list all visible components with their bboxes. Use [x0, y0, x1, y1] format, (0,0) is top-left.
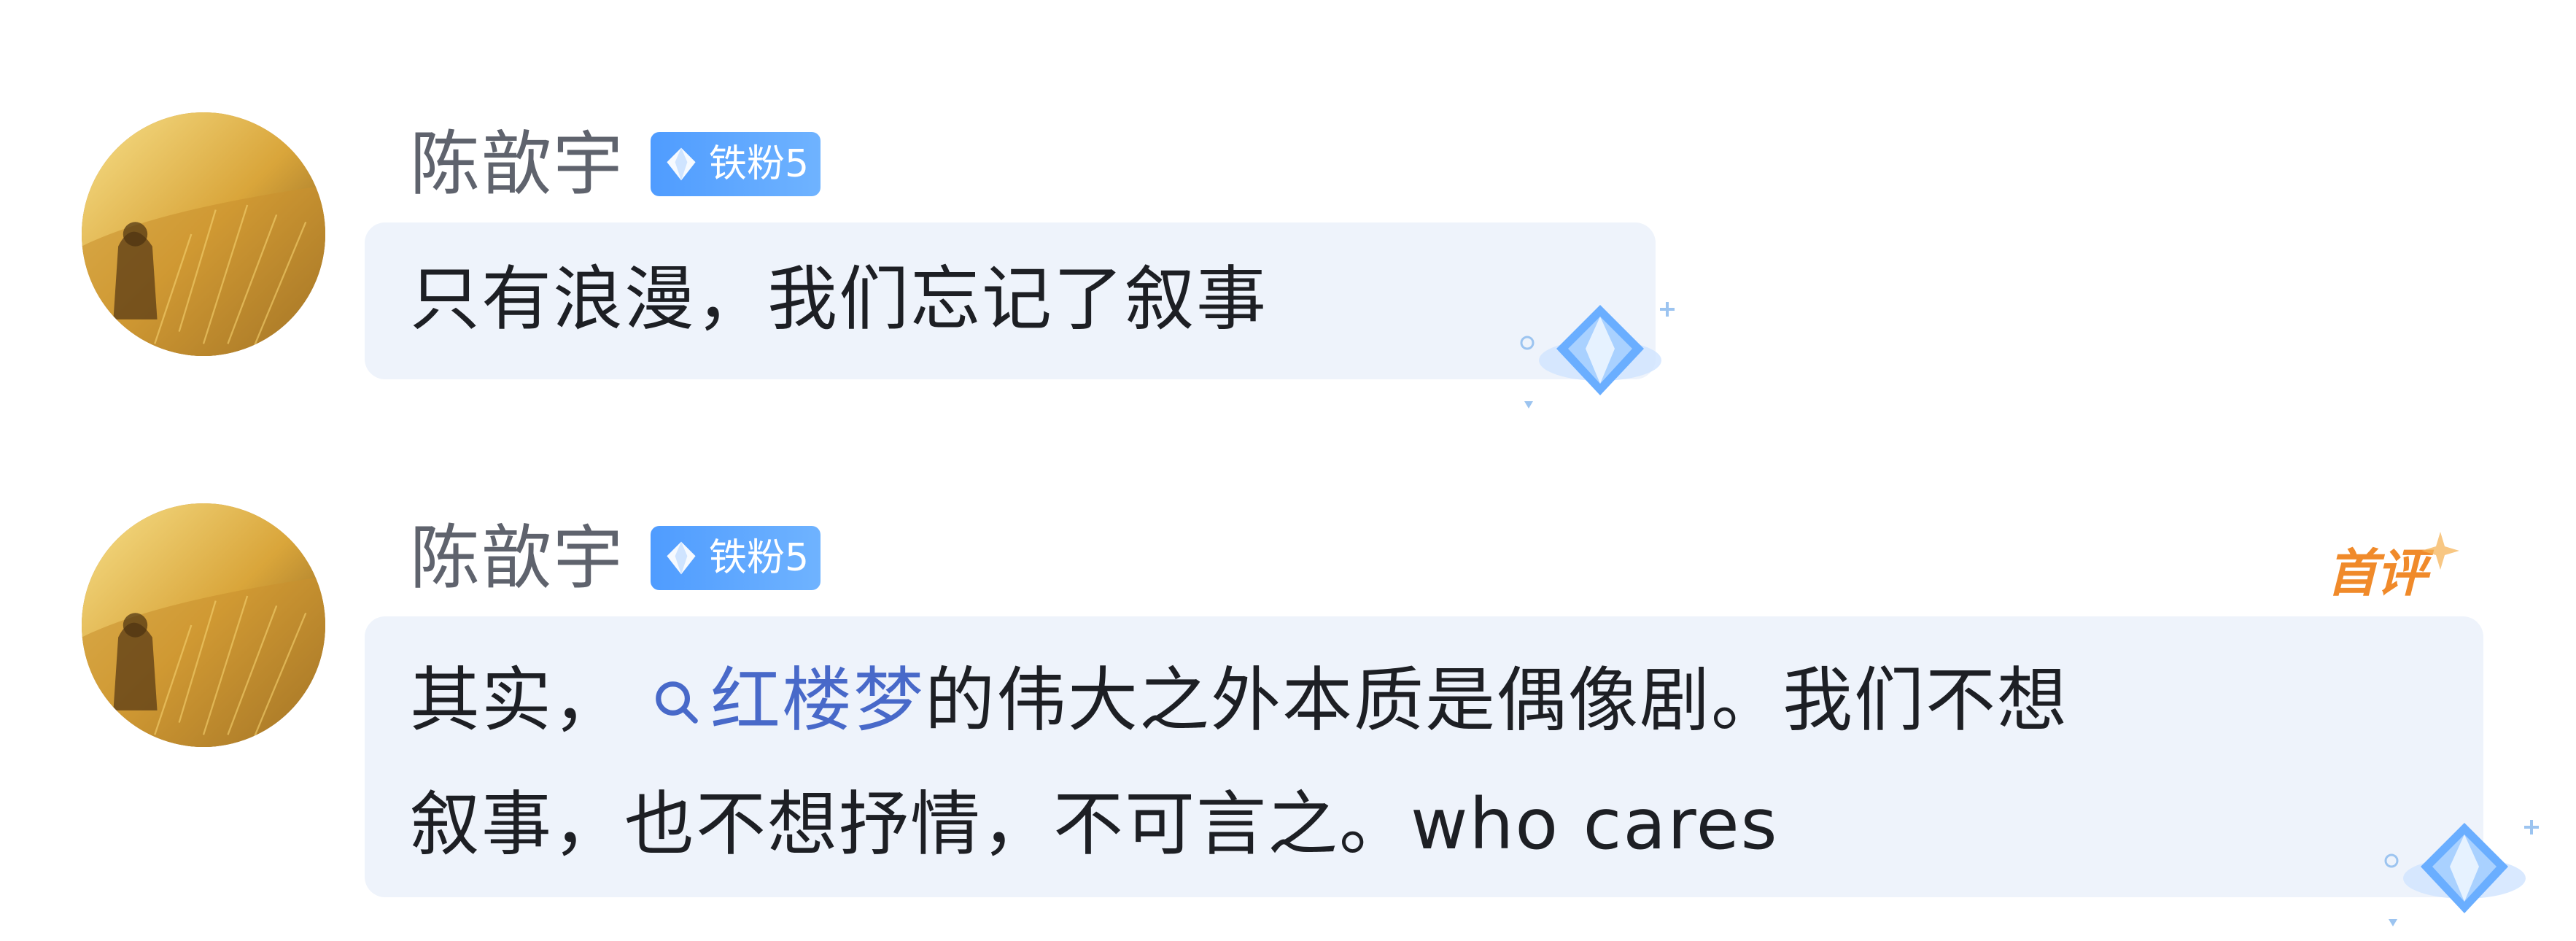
- comment-text-prefix: 其实，: [410, 659, 624, 741]
- fan-badge-label: 铁粉5: [709, 142, 810, 186]
- diamond-icon: [667, 541, 696, 575]
- comment-text-line: 只有浪漫，我们忘记了叙事: [410, 258, 1268, 340]
- diamond-gem-icon: [2384, 820, 2539, 926]
- search-link[interactable]: 红楼梦: [651, 659, 925, 741]
- fan-level-badge[interactable]: 铁粉5: [651, 132, 821, 196]
- username[interactable]: 陈歆宇: [410, 523, 624, 593]
- diamond-icon: [667, 147, 696, 181]
- comment-text-line-1: 其实， 红楼梦的伟大之外本质是偶像剧。我们不想: [410, 638, 2068, 762]
- avatar[interactable]: [82, 503, 325, 747]
- search-icon: [656, 681, 698, 724]
- comment-header: 陈歆宇 铁粉5: [410, 124, 821, 204]
- avatar-image: [82, 503, 325, 747]
- search-link-label: 红楼梦: [710, 659, 925, 741]
- username[interactable]: 陈歆宇: [410, 129, 624, 199]
- first-comment-tag: 首评: [2327, 525, 2462, 613]
- comment-text: 只有浪漫，我们忘记了叙事: [410, 237, 1268, 361]
- comment-text-suffix: 的伟大之外本质是偶像剧。我们不想: [925, 659, 2068, 741]
- first-comment-label: 首评: [2327, 543, 2427, 603]
- comment-text-line-2: 叙事，也不想抒情，不可言之。who cares: [410, 783, 1779, 865]
- comment-item[interactable]: 陈歆宇 铁粉5 首评 其实， 红楼梦的伟大之外本质是偶像剧。我们不想 叙事，也不想…: [0, 496, 2576, 926]
- comment-text: 其实， 红楼梦的伟大之外本质是偶像剧。我们不想 叙事，也不想抒情，不可言之。who…: [410, 638, 2068, 886]
- sparkle-icon: [2421, 532, 2459, 570]
- comment-header: 陈歆宇 铁粉5: [410, 518, 821, 598]
- fan-badge-label: 铁粉5: [709, 536, 810, 580]
- text-fade-overlay: [2028, 740, 2195, 864]
- fan-level-badge[interactable]: 铁粉5: [651, 526, 821, 590]
- avatar-image: [82, 112, 325, 356]
- comment-item[interactable]: 陈歆宇 铁粉5 只有浪漫，我们忘记了叙事: [0, 102, 2576, 438]
- diamond-gem-icon: [1520, 302, 1675, 408]
- avatar[interactable]: [82, 112, 325, 356]
